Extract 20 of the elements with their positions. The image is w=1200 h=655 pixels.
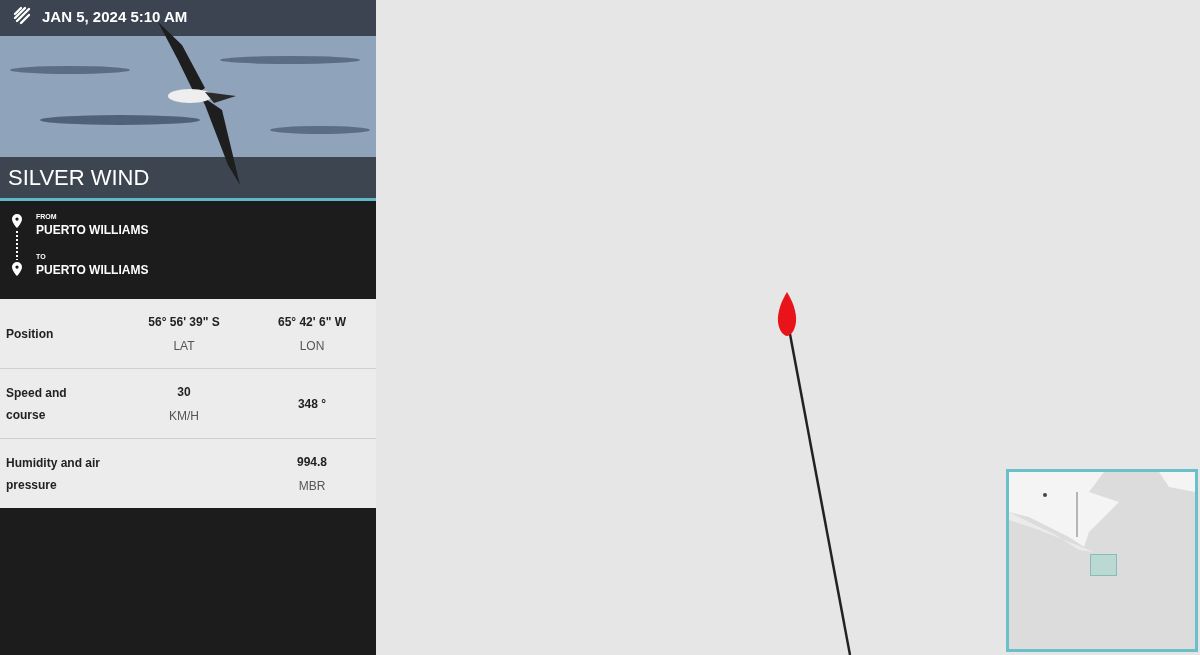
logo-icon xyxy=(12,6,32,26)
ship-marker[interactable] xyxy=(777,292,797,336)
viewport-marker xyxy=(1090,554,1117,576)
route-drawing xyxy=(10,213,24,277)
port-name: PUERTO WILLIAMS xyxy=(36,263,149,277)
stat-unit: KM/H xyxy=(169,408,199,423)
stat-unit: MBR xyxy=(298,478,326,493)
stat-unit: LAT xyxy=(173,338,195,353)
stat-unit: LON xyxy=(299,338,325,353)
stat-label: Speed and course xyxy=(5,384,68,424)
port-name: PUERTO WILLIAMS xyxy=(36,223,149,237)
stat-value: 30 xyxy=(177,384,191,399)
stat-value: 56° 56' 39" S xyxy=(148,314,220,329)
date-time: JAN 5, 2024 5:10 AM xyxy=(42,7,188,25)
stat-label: Position xyxy=(5,325,55,343)
stat-value: 65° 42' 6" W xyxy=(277,314,346,329)
stat-value: 994.8 xyxy=(297,454,327,469)
ship-name: SILVER WIND xyxy=(8,165,150,191)
stat-label: Humidity and air pressure xyxy=(5,454,101,494)
stat-value: 348 ° xyxy=(297,396,327,411)
